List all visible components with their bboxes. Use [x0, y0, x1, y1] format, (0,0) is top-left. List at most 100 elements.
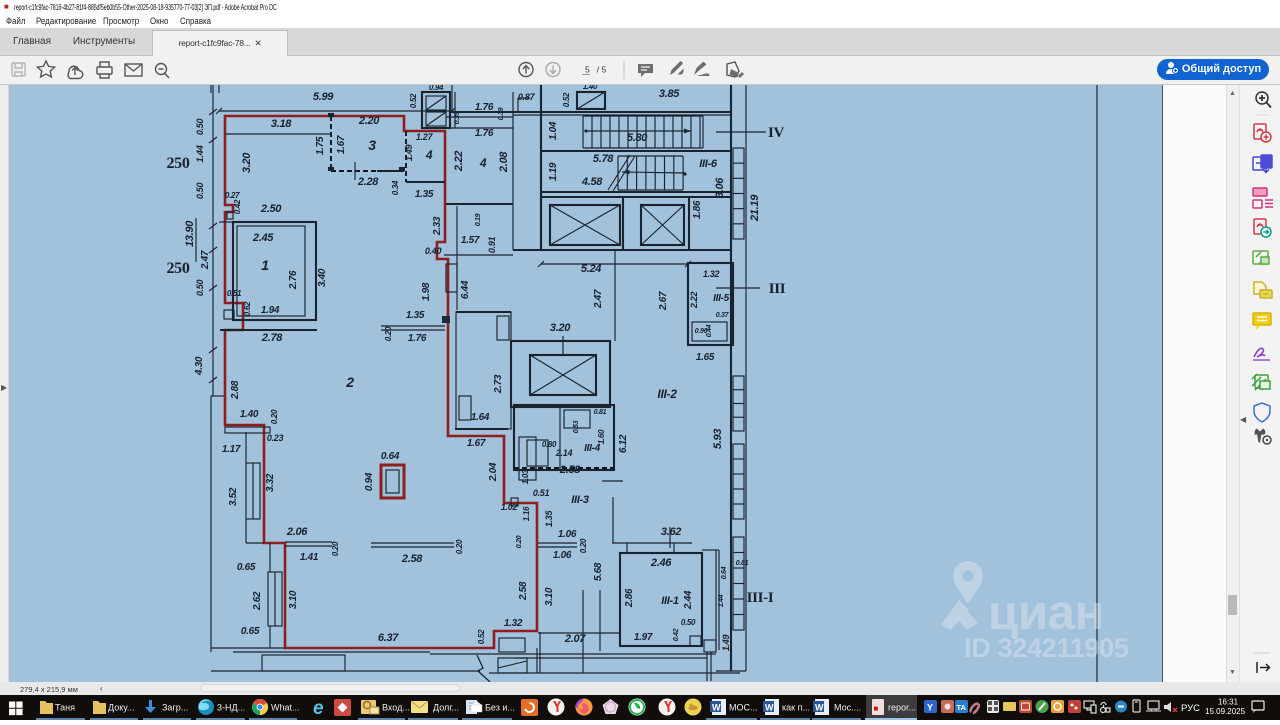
svg-text:1.06: 1.06 [558, 529, 577, 540]
svg-text:4: 4 [425, 148, 433, 162]
svg-text:What...: What... [271, 703, 300, 713]
svg-text:2.08: 2.08 [498, 151, 510, 173]
svg-text:0.39: 0.39 [454, 111, 461, 124]
svg-text:1.32: 1.32 [504, 618, 523, 629]
svg-text:5.78: 5.78 [593, 153, 614, 165]
svg-text:2.50: 2.50 [260, 203, 282, 215]
svg-text:III-1: III-1 [661, 595, 679, 607]
svg-text:1.94: 1.94 [261, 305, 280, 316]
svg-text:5.68: 5.68 [593, 562, 604, 581]
svg-text:1.67: 1.67 [467, 438, 486, 449]
svg-text:2.58: 2.58 [559, 464, 581, 476]
svg-text:2.67: 2.67 [658, 291, 669, 311]
svg-text:2.06: 2.06 [286, 526, 308, 538]
svg-text:0.64: 0.64 [381, 451, 400, 462]
svg-text:2.62: 2.62 [252, 591, 263, 611]
svg-text:0.20: 0.20 [331, 541, 340, 556]
svg-text:0.80: 0.80 [542, 440, 557, 449]
svg-text:2.73: 2.73 [493, 374, 504, 394]
svg-text:1.16: 1.16 [522, 506, 531, 521]
svg-text:TA: TA [957, 703, 967, 712]
svg-text:1.49: 1.49 [721, 635, 731, 652]
svg-text:1.98: 1.98 [421, 282, 432, 301]
svg-text:РУС: РУС [1181, 703, 1200, 714]
svg-text:1.35: 1.35 [406, 310, 425, 321]
svg-text:0.64: 0.64 [721, 566, 728, 579]
svg-text:2.47: 2.47 [200, 250, 211, 270]
svg-text:2.14: 2.14 [555, 448, 573, 458]
svg-text:1.35: 1.35 [544, 510, 554, 528]
svg-text:21.19: 21.19 [749, 194, 761, 222]
svg-text:0.52: 0.52 [562, 92, 571, 107]
svg-text:1.32: 1.32 [703, 269, 720, 279]
svg-text:15.09.2025: 15.09.2025 [1205, 707, 1246, 716]
svg-text:0.37: 0.37 [716, 312, 730, 319]
svg-text:2.44: 2.44 [683, 590, 694, 610]
svg-text:2.33: 2.33 [432, 216, 443, 236]
svg-text:1.97: 1.97 [634, 632, 653, 643]
svg-text:0.19: 0.19 [475, 213, 482, 226]
svg-text:0.50: 0.50 [195, 119, 205, 136]
svg-text:3.52: 3.52 [228, 487, 239, 506]
svg-text:0.94: 0.94 [429, 85, 444, 92]
svg-text:5 / 5: 5 / 5 [585, 65, 607, 75]
svg-text:Мос....: Мос.... [834, 703, 861, 713]
svg-text:1.41: 1.41 [300, 552, 319, 563]
svg-text:1.64: 1.64 [471, 412, 490, 423]
svg-text:W: W [765, 703, 774, 713]
svg-text:1.86: 1.86 [692, 200, 703, 219]
svg-text:5.99: 5.99 [313, 91, 334, 103]
svg-text:0.81: 0.81 [594, 409, 607, 416]
svg-text:1.27: 1.27 [416, 132, 434, 142]
svg-text:3.18: 3.18 [271, 118, 292, 130]
svg-text:16:31: 16:31 [1218, 698, 1239, 707]
svg-text:0.20: 0.20 [270, 409, 279, 424]
svg-text:250: 250 [166, 155, 189, 172]
svg-text:циан: циан [988, 586, 1104, 640]
svg-text:1: 1 [261, 257, 269, 273]
svg-text:IV: IV [768, 125, 785, 141]
svg-text:III: III [769, 281, 786, 297]
svg-text:III-3: III-3 [571, 494, 589, 506]
svg-text:0.42: 0.42 [233, 199, 242, 214]
svg-text:0.53: 0.53 [573, 420, 580, 433]
svg-text:3.85: 3.85 [659, 88, 680, 100]
svg-text:2.45: 2.45 [252, 232, 274, 244]
svg-text:3.32: 3.32 [265, 473, 276, 492]
svg-text:2.78: 2.78 [261, 332, 283, 344]
svg-text:3.10: 3.10 [544, 587, 555, 606]
svg-text:4: 4 [479, 156, 487, 170]
svg-text:1.44: 1.44 [718, 594, 725, 607]
svg-text:III-6: III-6 [699, 158, 718, 170]
svg-text:1.60: 1.60 [597, 429, 606, 444]
svg-text:0.34: 0.34 [391, 180, 400, 195]
svg-text:1.04: 1.04 [548, 121, 559, 140]
svg-text:3.06: 3.06 [714, 177, 726, 198]
svg-text:2.88: 2.88 [230, 380, 241, 400]
svg-text:2.46: 2.46 [650, 557, 672, 569]
svg-text:2.28: 2.28 [357, 176, 379, 188]
svg-text:2.76: 2.76 [288, 270, 299, 290]
svg-text:1.03: 1.03 [521, 469, 530, 484]
svg-text:1.75: 1.75 [315, 136, 326, 155]
svg-text:0.52: 0.52 [477, 629, 486, 644]
svg-text:2.86: 2.86 [624, 588, 635, 608]
svg-text:0.20: 0.20 [384, 326, 393, 341]
svg-text:1.76: 1.76 [475, 102, 494, 113]
svg-text:0.39: 0.39 [498, 107, 505, 120]
svg-text:Вход...: Вход... [382, 703, 410, 713]
svg-text:repor...: repor... [888, 703, 916, 713]
svg-text:0.51: 0.51 [227, 289, 242, 298]
svg-text:5.80: 5.80 [627, 132, 648, 144]
svg-text:2.22: 2.22 [453, 151, 465, 172]
svg-text:0.50: 0.50 [681, 618, 696, 627]
svg-text:1.49: 1.49 [404, 145, 414, 162]
svg-text:0.40: 0.40 [425, 246, 442, 256]
svg-text:1.17: 1.17 [222, 444, 241, 455]
svg-text:3-НД...: 3-НД... [217, 703, 245, 713]
svg-text:3: 3 [368, 137, 376, 153]
svg-text:3.62: 3.62 [661, 526, 681, 538]
svg-text:III-2: III-2 [657, 387, 677, 401]
svg-text:0.81: 0.81 [736, 560, 749, 567]
svg-text:3.40: 3.40 [317, 268, 328, 287]
